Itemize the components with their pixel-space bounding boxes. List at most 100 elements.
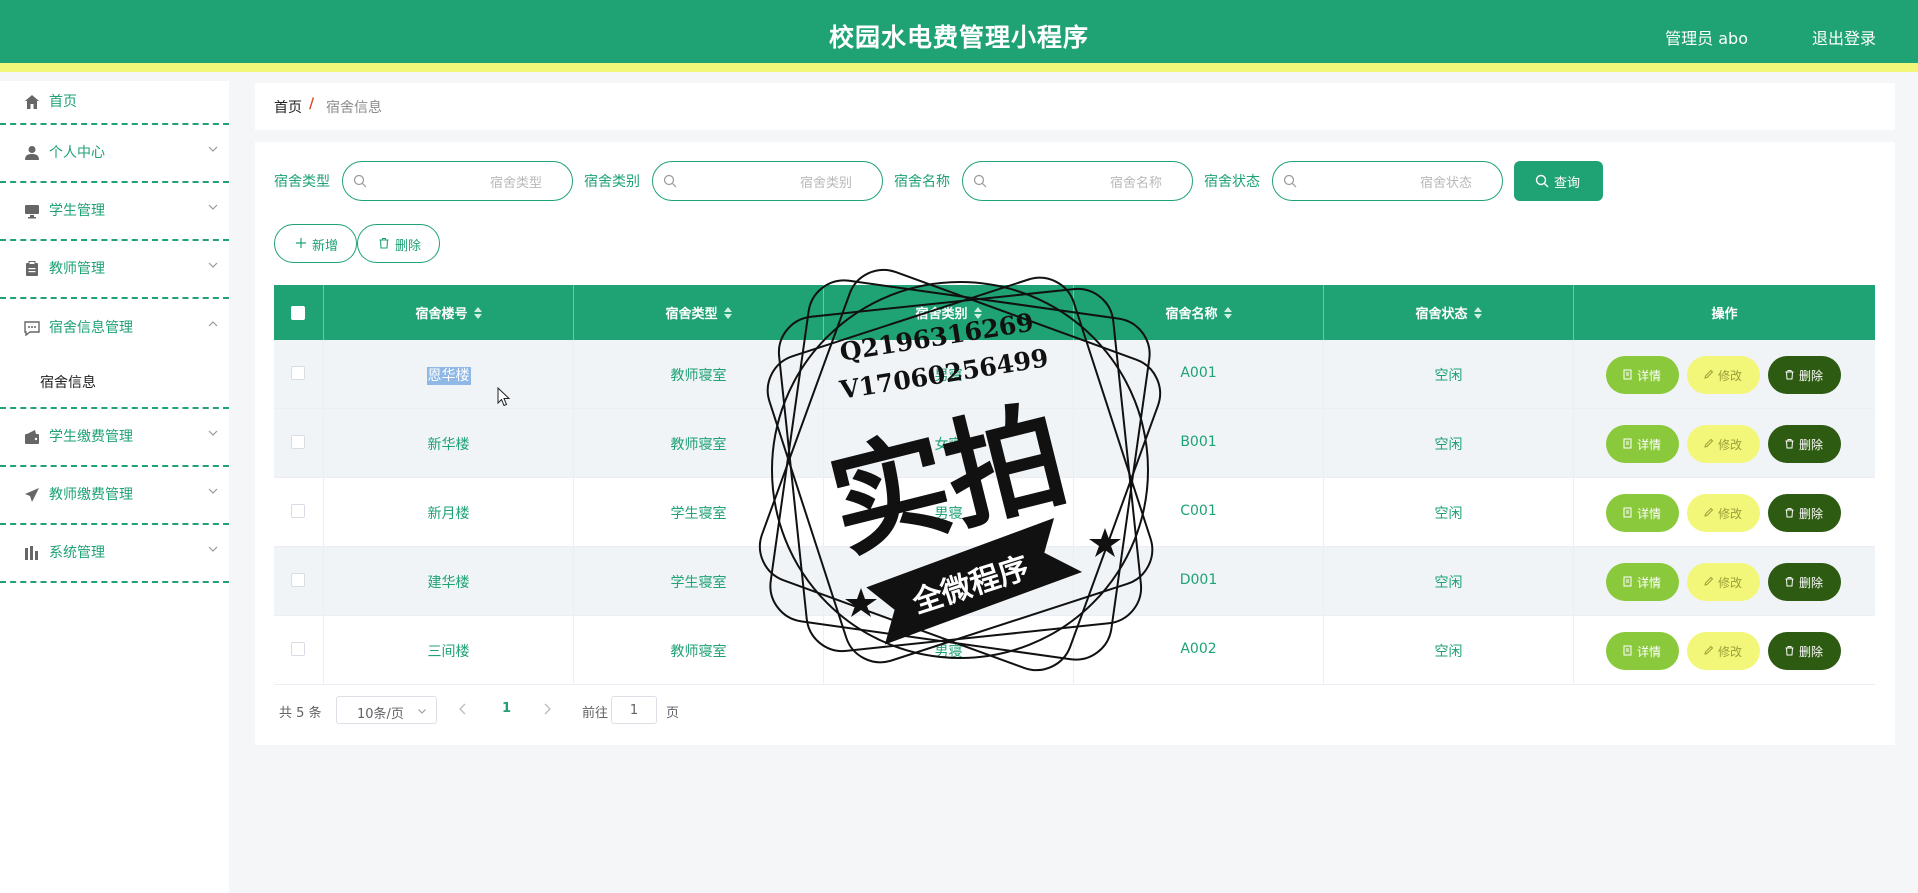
clipboard-icon bbox=[26, 261, 38, 276]
logout-link[interactable]: 退出登录 bbox=[1812, 25, 1876, 49]
detail-button-label: 详情 bbox=[1637, 507, 1662, 521]
edit-button-label: 修改 bbox=[1718, 369, 1743, 383]
cell-text: 学生寝室 bbox=[670, 506, 727, 522]
column-header-status[interactable]: 宿舍状态 bbox=[1324, 285, 1574, 340]
cell-text: C001 bbox=[1180, 503, 1217, 519]
column-header-type[interactable]: 宿舍类型 bbox=[574, 285, 824, 340]
sort-icon[interactable] bbox=[473, 307, 482, 319]
chevron-down-icon bbox=[208, 146, 218, 152]
row-checkbox[interactable] bbox=[291, 504, 305, 518]
detail-button[interactable]: 详情 bbox=[1606, 425, 1679, 463]
table-row: 新月楼 学生寝室 男寝 C001 空闲 详情 修改 删除 bbox=[274, 478, 1875, 547]
delete-button[interactable]: 删除 bbox=[1768, 563, 1841, 601]
document-icon bbox=[1623, 438, 1632, 449]
row-checkbox[interactable] bbox=[291, 573, 305, 587]
trash-icon bbox=[1785, 370, 1794, 380]
prev-page-icon[interactable] bbox=[457, 702, 469, 716]
cell-text: 教师寝室 bbox=[670, 437, 727, 453]
delete-button-label: 删除 bbox=[1799, 507, 1824, 521]
row-checkbox[interactable] bbox=[291, 435, 305, 449]
placeholder-text: 宿舍名称 bbox=[1109, 176, 1162, 191]
edit-button[interactable]: 修改 bbox=[1687, 356, 1760, 394]
page-unit-label: 页 bbox=[666, 706, 680, 721]
table-row: 恩华楼 教师寝室 男寝 A001 空闲 详情 修改 删除 bbox=[274, 340, 1875, 409]
edit-button[interactable]: 修改 bbox=[1687, 632, 1760, 670]
edit-button[interactable]: 修改 bbox=[1687, 563, 1760, 601]
edit-button[interactable]: 修改 bbox=[1687, 494, 1760, 532]
select-all-checkbox[interactable] bbox=[291, 306, 305, 320]
row-checkbox[interactable] bbox=[291, 366, 305, 380]
sidebar-item-teacher-payment[interactable]: 教师缴费管理 bbox=[0, 467, 229, 525]
sidebar-subitem-dorm-info[interactable]: 宿舍信息 bbox=[40, 372, 96, 392]
sidebar-item-personal-center[interactable]: 个人中心 bbox=[0, 125, 229, 183]
sort-icon[interactable] bbox=[723, 307, 732, 319]
breadcrumb-home[interactable]: 首页 bbox=[274, 97, 302, 117]
detail-button[interactable]: 详情 bbox=[1606, 356, 1679, 394]
type-cell: 教师寝室 bbox=[574, 340, 824, 409]
detail-button[interactable]: 详情 bbox=[1606, 632, 1679, 670]
status-cell: 空闲 bbox=[1324, 616, 1574, 685]
type-cell: 学生寝室 bbox=[574, 478, 824, 547]
table-body: 恩华楼 教师寝室 男寝 A001 空闲 详情 修改 删除 新华楼 教师寝室 女寝 B001 空闲 详情 修改… bbox=[274, 340, 1875, 685]
dorm-table: 宿舍楼号 宿舍类型 宿舍类别 宿舍名称 宿舍状态 操作 恩华楼 教师寝室 男寝 A00… bbox=[274, 285, 1875, 685]
placeholder-text: 宿舍类别 bbox=[799, 176, 852, 191]
row-checkbox[interactable] bbox=[291, 642, 305, 656]
search-input-dorm-name[interactable]: 宿舍名称 bbox=[962, 161, 1193, 201]
next-page-icon[interactable] bbox=[541, 702, 553, 716]
delete-button-label: 删除 bbox=[1799, 369, 1824, 383]
sidebar-item-dorm-info-management[interactable]: 宿舍信息管理 bbox=[0, 299, 229, 357]
mouse-cursor-icon bbox=[497, 387, 511, 407]
edit-button[interactable]: 修改 bbox=[1687, 425, 1760, 463]
detail-button-label: 详情 bbox=[1637, 645, 1662, 659]
column-header-name[interactable]: 宿舍名称 bbox=[1074, 285, 1324, 340]
detail-button[interactable]: 详情 bbox=[1606, 563, 1679, 601]
delete-button[interactable]: 删除 bbox=[1768, 356, 1841, 394]
page-size-select[interactable]: 10条/页 bbox=[336, 696, 437, 724]
row-select-cell bbox=[274, 340, 324, 409]
search-input-dorm-status[interactable]: 宿舍状态 bbox=[1272, 161, 1503, 201]
search-input-dorm-type[interactable]: 宿舍类型 bbox=[342, 161, 573, 201]
batch-delete-button-label: 删除 bbox=[395, 239, 422, 254]
sidebar-item-student-payment[interactable]: 学生缴费管理 bbox=[0, 409, 229, 467]
monitor-icon bbox=[25, 205, 39, 219]
chevron-down-icon bbox=[208, 488, 218, 494]
sidebar-item-teacher-management[interactable]: 教师管理 bbox=[0, 241, 229, 299]
sidebar-item-label: 首页 bbox=[49, 94, 77, 110]
cell-text: 学生寝室 bbox=[670, 575, 727, 591]
column-header-category[interactable]: 宿舍类别 bbox=[824, 285, 1074, 340]
document-icon bbox=[1623, 369, 1632, 380]
cell-text: 男寝 bbox=[934, 368, 963, 384]
chevron-down-icon bbox=[208, 262, 218, 268]
delete-button[interactable]: 删除 bbox=[1768, 632, 1841, 670]
name-cell: A002 bbox=[1074, 616, 1324, 685]
search-input-dorm-category[interactable]: 宿舍类别 bbox=[652, 161, 883, 201]
page-number-current[interactable]: 1 bbox=[502, 701, 511, 716]
sidebar-item-home[interactable]: 首页 bbox=[0, 81, 229, 125]
delete-button[interactable]: 删除 bbox=[1768, 425, 1841, 463]
type-cell: 教师寝室 bbox=[574, 409, 824, 478]
sidebar-item-label: 学生缴费管理 bbox=[49, 429, 133, 445]
sidebar-item-system-management[interactable]: 系统管理 bbox=[0, 525, 229, 583]
sort-icon[interactable] bbox=[1223, 307, 1232, 319]
cell-text: 男寝 bbox=[934, 506, 963, 522]
column-header-label: 宿舍楼号 bbox=[415, 307, 468, 322]
cell-text: 空闲 bbox=[1434, 644, 1463, 660]
add-button[interactable]: 新增 bbox=[274, 224, 357, 263]
sidebar-item-student-management[interactable]: 学生管理 bbox=[0, 183, 229, 241]
column-header-building[interactable]: 宿舍楼号 bbox=[324, 285, 574, 340]
sort-icon[interactable] bbox=[973, 307, 982, 319]
batch-delete-button[interactable]: 删除 bbox=[357, 224, 440, 263]
search-icon bbox=[1535, 174, 1549, 188]
query-button[interactable]: 查询 bbox=[1514, 161, 1603, 201]
detail-button-label: 详情 bbox=[1637, 438, 1662, 452]
cell-text: 新华楼 bbox=[427, 437, 470, 453]
breadcrumb-current: 宿舍信息 bbox=[326, 100, 382, 116]
admin-user-label: 管理员 abo bbox=[1665, 29, 1748, 48]
goto-page-input[interactable] bbox=[611, 696, 657, 724]
cell-text: 女寝 bbox=[934, 437, 963, 453]
detail-button[interactable]: 详情 bbox=[1606, 494, 1679, 532]
building-cell: 建华楼 bbox=[324, 547, 574, 616]
edit-button-label: 修改 bbox=[1718, 438, 1743, 452]
sort-icon[interactable] bbox=[1473, 307, 1482, 319]
delete-button[interactable]: 删除 bbox=[1768, 494, 1841, 532]
